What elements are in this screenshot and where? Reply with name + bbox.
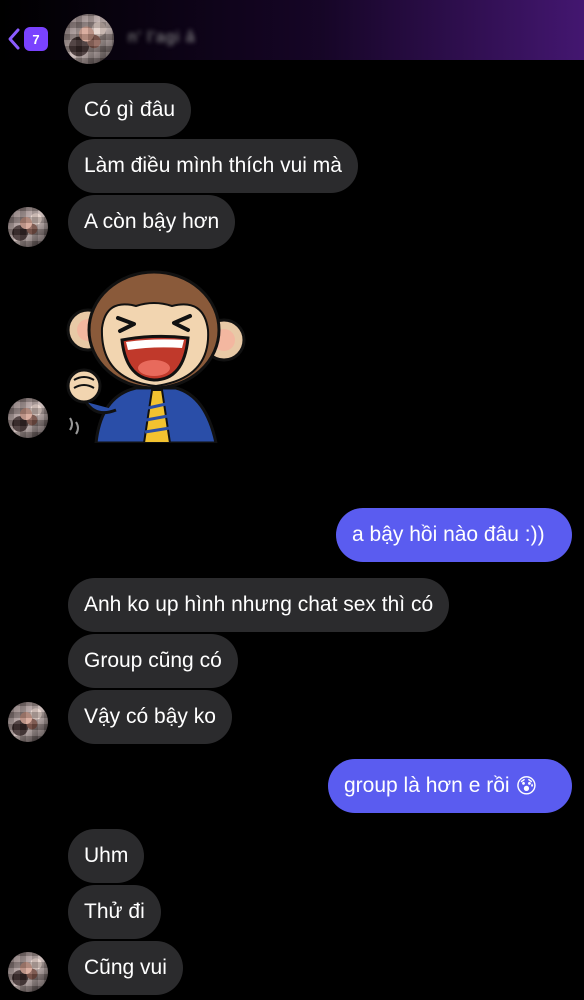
unread-badge[interactable]: 7 <box>24 27 48 51</box>
chevron-left-icon <box>8 28 20 50</box>
back-button[interactable] <box>4 26 24 52</box>
incoming-message[interactable]: Anh ko up hình nhưng chat sex thì có <box>68 578 450 632</box>
monkey-sticker-image <box>66 270 246 445</box>
incoming-message[interactable]: Group cũng có <box>68 634 238 688</box>
sender-avatar[interactable] <box>8 702 48 742</box>
contact-avatar[interactable] <box>64 14 114 64</box>
sender-avatar[interactable] <box>8 207 48 247</box>
chat-header: 7 n' l'agi ả <box>0 0 584 70</box>
incoming-message[interactable]: Có gì đâu <box>68 83 192 137</box>
incoming-message[interactable]: Cũng vui <box>68 941 183 995</box>
outgoing-message-text: group là hơn e rồi <box>344 774 510 797</box>
contact-name[interactable]: n' l'agi ả <box>128 29 196 49</box>
incoming-message[interactable]: Làm điều mình thích vui mà <box>68 139 358 193</box>
incoming-message[interactable]: A còn bậy hơn <box>68 195 236 249</box>
outgoing-message[interactable]: group là hơn e rồi 😰 <box>328 759 572 813</box>
anxious-face-emoji: 😰 <box>515 774 538 798</box>
sender-avatar[interactable] <box>8 952 48 992</box>
outgoing-message[interactable]: a bậy hồi nào đâu :)) <box>336 508 572 562</box>
incoming-message[interactable]: Vậy có bậy ko <box>68 690 232 744</box>
laughing-monkey-sticker[interactable] <box>66 268 246 445</box>
sender-avatar[interactable] <box>8 398 48 438</box>
incoming-message[interactable]: Thử đi <box>68 885 161 939</box>
incoming-message[interactable]: Uhm <box>68 829 145 883</box>
